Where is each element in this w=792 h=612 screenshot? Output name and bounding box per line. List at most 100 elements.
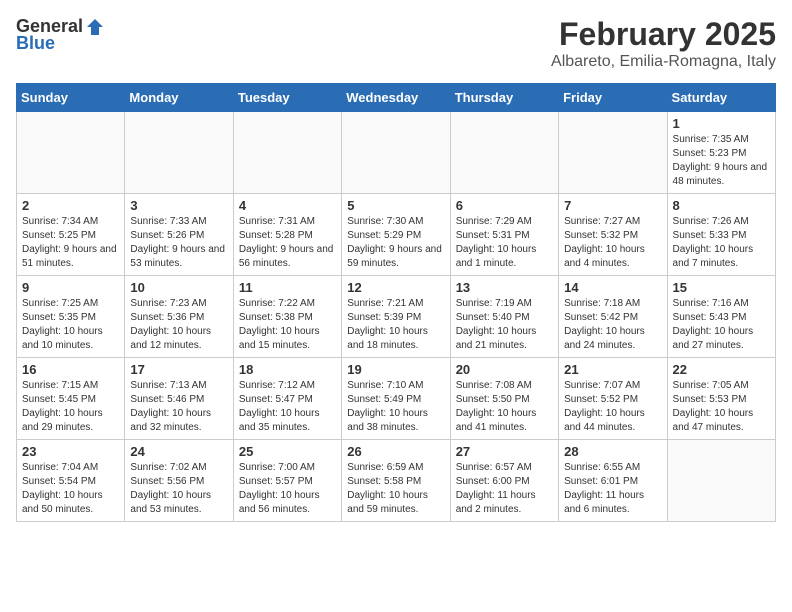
- day-number: 14: [564, 280, 661, 295]
- day-info: Sunrise: 7:05 AM Sunset: 5:53 PM Dayligh…: [673, 379, 770, 435]
- day-info: Sunrise: 7:10 AM Sunset: 5:49 PM Dayligh…: [347, 379, 444, 435]
- day-number: 12: [347, 280, 444, 295]
- calendar-cell: 3 Sunrise: 7:33 AM Sunset: 5:26 PM Daylig…: [125, 194, 233, 276]
- weekday-header-wednesday: Wednesday: [342, 84, 450, 112]
- calendar-cell: 1 Sunrise: 7:35 AM Sunset: 5:23 PM Daylig…: [667, 112, 775, 194]
- day-number: 20: [456, 362, 553, 377]
- calendar-week-3: 16 Sunrise: 7:15 AM Sunset: 5:45 PM Dayli…: [17, 358, 776, 440]
- day-info: Sunrise: 7:21 AM Sunset: 5:39 PM Dayligh…: [347, 297, 444, 353]
- day-info: Sunrise: 7:00 AM Sunset: 5:57 PM Dayligh…: [239, 461, 336, 517]
- calendar-cell: 27 Sunrise: 6:57 AM Sunset: 6:00 PM Dayli…: [450, 440, 558, 522]
- day-number: 3: [130, 198, 227, 213]
- logo-icon: [85, 17, 105, 37]
- logo: General Blue: [16, 16, 105, 54]
- day-info: Sunrise: 7:15 AM Sunset: 5:45 PM Dayligh…: [22, 379, 119, 435]
- day-info: Sunrise: 7:13 AM Sunset: 5:46 PM Dayligh…: [130, 379, 227, 435]
- day-number: 23: [22, 444, 119, 459]
- day-info: Sunrise: 7:23 AM Sunset: 5:36 PM Dayligh…: [130, 297, 227, 353]
- day-number: 4: [239, 198, 336, 213]
- day-number: 13: [456, 280, 553, 295]
- calendar-cell: 21 Sunrise: 7:07 AM Sunset: 5:52 PM Dayli…: [559, 358, 667, 440]
- calendar-cell: 20 Sunrise: 7:08 AM Sunset: 5:50 PM Dayli…: [450, 358, 558, 440]
- day-info: Sunrise: 7:34 AM Sunset: 5:25 PM Dayligh…: [22, 215, 119, 271]
- weekday-header-saturday: Saturday: [667, 84, 775, 112]
- calendar-cell: 18 Sunrise: 7:12 AM Sunset: 5:47 PM Dayli…: [233, 358, 341, 440]
- day-info: Sunrise: 7:08 AM Sunset: 5:50 PM Dayligh…: [456, 379, 553, 435]
- day-info: Sunrise: 6:57 AM Sunset: 6:00 PM Dayligh…: [456, 461, 553, 517]
- day-number: 5: [347, 198, 444, 213]
- day-number: 19: [347, 362, 444, 377]
- day-number: 2: [22, 198, 119, 213]
- day-info: Sunrise: 7:07 AM Sunset: 5:52 PM Dayligh…: [564, 379, 661, 435]
- calendar-week-0: 1 Sunrise: 7:35 AM Sunset: 5:23 PM Daylig…: [17, 112, 776, 194]
- day-number: 9: [22, 280, 119, 295]
- day-info: Sunrise: 7:04 AM Sunset: 5:54 PM Dayligh…: [22, 461, 119, 517]
- day-number: 22: [673, 362, 770, 377]
- day-info: Sunrise: 6:55 AM Sunset: 6:01 PM Dayligh…: [564, 461, 661, 517]
- weekday-header-tuesday: Tuesday: [233, 84, 341, 112]
- calendar-cell: 12 Sunrise: 7:21 AM Sunset: 5:39 PM Dayli…: [342, 276, 450, 358]
- calendar-cell: 2 Sunrise: 7:34 AM Sunset: 5:25 PM Daylig…: [17, 194, 125, 276]
- header: General Blue February 2025 Albareto, Emi…: [16, 16, 776, 71]
- calendar-cell: [342, 112, 450, 194]
- day-number: 21: [564, 362, 661, 377]
- calendar-cell: 23 Sunrise: 7:04 AM Sunset: 5:54 PM Dayli…: [17, 440, 125, 522]
- day-number: 6: [456, 198, 553, 213]
- calendar-cell: [233, 112, 341, 194]
- day-number: 26: [347, 444, 444, 459]
- day-number: 24: [130, 444, 227, 459]
- day-info: Sunrise: 6:59 AM Sunset: 5:58 PM Dayligh…: [347, 461, 444, 517]
- calendar-cell: 11 Sunrise: 7:22 AM Sunset: 5:38 PM Dayli…: [233, 276, 341, 358]
- day-number: 18: [239, 362, 336, 377]
- day-info: Sunrise: 7:22 AM Sunset: 5:38 PM Dayligh…: [239, 297, 336, 353]
- day-number: 25: [239, 444, 336, 459]
- calendar-cell: 8Sunrise: 7:26 AM Sunset: 5:33 PM Daylig…: [667, 194, 775, 276]
- calendar-cell: 19 Sunrise: 7:10 AM Sunset: 5:49 PM Dayli…: [342, 358, 450, 440]
- weekday-header-monday: Monday: [125, 84, 233, 112]
- day-number: 17: [130, 362, 227, 377]
- location-subtitle: Albareto, Emilia-Romagna, Italy: [551, 53, 776, 71]
- weekday-header-sunday: Sunday: [17, 84, 125, 112]
- calendar-week-4: 23 Sunrise: 7:04 AM Sunset: 5:54 PM Dayli…: [17, 440, 776, 522]
- calendar-cell: 9Sunrise: 7:25 AM Sunset: 5:35 PM Daylig…: [17, 276, 125, 358]
- calendar-cell: 24 Sunrise: 7:02 AM Sunset: 5:56 PM Dayli…: [125, 440, 233, 522]
- day-number: 8: [673, 198, 770, 213]
- calendar-cell: [559, 112, 667, 194]
- day-info: Sunrise: 7:30 AM Sunset: 5:29 PM Dayligh…: [347, 215, 444, 271]
- calendar-header-row: SundayMondayTuesdayWednesdayThursdayFrid…: [17, 84, 776, 112]
- day-info: Sunrise: 7:19 AM Sunset: 5:40 PM Dayligh…: [456, 297, 553, 353]
- logo-blue-text: Blue: [16, 33, 55, 54]
- calendar-week-2: 9Sunrise: 7:25 AM Sunset: 5:35 PM Daylig…: [17, 276, 776, 358]
- calendar-cell: 17 Sunrise: 7:13 AM Sunset: 5:46 PM Dayli…: [125, 358, 233, 440]
- calendar-cell: [667, 440, 775, 522]
- calendar-week-1: 2 Sunrise: 7:34 AM Sunset: 5:25 PM Daylig…: [17, 194, 776, 276]
- calendar-cell: 4Sunrise: 7:31 AM Sunset: 5:28 PM Daylig…: [233, 194, 341, 276]
- calendar-cell: 10Sunrise: 7:23 AM Sunset: 5:36 PM Dayli…: [125, 276, 233, 358]
- calendar-cell: 14Sunrise: 7:18 AM Sunset: 5:42 PM Dayli…: [559, 276, 667, 358]
- day-info: Sunrise: 7:35 AM Sunset: 5:23 PM Dayligh…: [673, 133, 770, 189]
- day-number: 11: [239, 280, 336, 295]
- calendar-cell: 7Sunrise: 7:27 AM Sunset: 5:32 PM Daylig…: [559, 194, 667, 276]
- calendar-cell: 25 Sunrise: 7:00 AM Sunset: 5:57 PM Dayli…: [233, 440, 341, 522]
- weekday-header-thursday: Thursday: [450, 84, 558, 112]
- day-info: Sunrise: 7:16 AM Sunset: 5:43 PM Dayligh…: [673, 297, 770, 353]
- calendar-cell: [17, 112, 125, 194]
- calendar-cell: [450, 112, 558, 194]
- day-number: 7: [564, 198, 661, 213]
- day-info: Sunrise: 7:02 AM Sunset: 5:56 PM Dayligh…: [130, 461, 227, 517]
- calendar-cell: 16 Sunrise: 7:15 AM Sunset: 5:45 PM Dayli…: [17, 358, 125, 440]
- calendar-cell: 13 Sunrise: 7:19 AM Sunset: 5:40 PM Dayli…: [450, 276, 558, 358]
- calendar-cell: 22 Sunrise: 7:05 AM Sunset: 5:53 PM Dayli…: [667, 358, 775, 440]
- calendar-cell: 15Sunrise: 7:16 AM Sunset: 5:43 PM Dayli…: [667, 276, 775, 358]
- day-info: Sunrise: 7:12 AM Sunset: 5:47 PM Dayligh…: [239, 379, 336, 435]
- title-area: February 2025 Albareto, Emilia-Romagna, …: [551, 16, 776, 71]
- calendar-cell: 6Sunrise: 7:29 AM Sunset: 5:31 PM Daylig…: [450, 194, 558, 276]
- calendar-table: SundayMondayTuesdayWednesdayThursdayFrid…: [16, 83, 776, 522]
- month-year-title: February 2025: [551, 16, 776, 53]
- day-number: 28: [564, 444, 661, 459]
- calendar-cell: [125, 112, 233, 194]
- day-number: 27: [456, 444, 553, 459]
- day-number: 16: [22, 362, 119, 377]
- day-number: 1: [673, 116, 770, 131]
- day-info: Sunrise: 7:33 AM Sunset: 5:26 PM Dayligh…: [130, 215, 227, 271]
